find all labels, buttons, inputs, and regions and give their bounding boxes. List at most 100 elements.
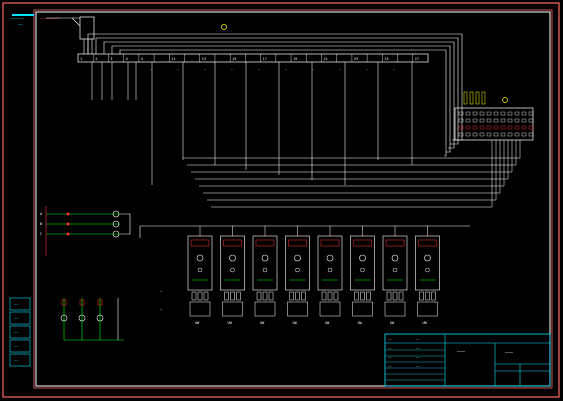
terminal-cell bbox=[465, 132, 471, 137]
terminal-cell bbox=[479, 132, 485, 137]
strip-label: 17 bbox=[263, 57, 267, 61]
unit-terminal bbox=[354, 291, 359, 301]
terminal-cell bbox=[479, 111, 485, 116]
unit-header bbox=[223, 239, 242, 247]
circle-marker-icon bbox=[221, 24, 227, 30]
unit-label: UW bbox=[358, 321, 363, 325]
terminal-cell bbox=[514, 118, 520, 123]
unit-indicator bbox=[425, 267, 430, 273]
top-left-label: —————— bbox=[10, 16, 25, 21]
stack-box bbox=[9, 339, 31, 353]
terminal-cell bbox=[472, 125, 478, 130]
unit-indicator bbox=[392, 267, 398, 273]
coil-icon bbox=[424, 254, 431, 262]
wire-bundle bbox=[46, 17, 463, 157]
terminal-cell bbox=[472, 111, 478, 116]
unit-header bbox=[288, 239, 307, 247]
top-left-sublabel: —— bbox=[18, 22, 23, 27]
unit-terminal bbox=[268, 291, 274, 301]
unit-terminal bbox=[425, 291, 430, 301]
terminal-cell bbox=[521, 118, 527, 123]
unit-header bbox=[385, 239, 405, 247]
strip-sublabel: — bbox=[231, 67, 233, 71]
unit-module: UW bbox=[415, 226, 440, 325]
title-block-title: ——— bbox=[457, 350, 465, 355]
left-phase-block: A B C bbox=[40, 206, 131, 256]
unit-terminal bbox=[203, 291, 209, 301]
stack-label: —— bbox=[14, 358, 19, 362]
terminal-cell bbox=[472, 118, 478, 123]
unit-module: UW bbox=[350, 226, 375, 325]
unit-module: UW bbox=[187, 226, 213, 325]
unit-module: UW bbox=[285, 226, 310, 325]
wire-path bbox=[119, 49, 447, 157]
unit-body bbox=[252, 235, 278, 291]
strip-label: 4 bbox=[126, 57, 128, 61]
strip-sublabel: — bbox=[393, 67, 395, 71]
unit-label: UW bbox=[228, 321, 233, 325]
unit-module: UW bbox=[382, 226, 408, 325]
terminal-cell bbox=[514, 125, 520, 130]
source-label: ———————— bbox=[40, 16, 60, 21]
terminal-cell bbox=[486, 118, 492, 123]
title-block: —— —— —— —— —— —— —— —— ——— ——— bbox=[384, 333, 551, 387]
unit-body bbox=[285, 235, 310, 291]
strip-sublabel: — bbox=[204, 67, 206, 71]
unit-terminal bbox=[366, 291, 371, 301]
strip-label: 21 bbox=[323, 57, 327, 61]
tb-label: —— bbox=[388, 346, 392, 350]
terminal-cell bbox=[465, 111, 471, 116]
strip-label: 13 bbox=[202, 57, 206, 61]
inner-frame bbox=[35, 11, 551, 387]
unit-terminal bbox=[301, 291, 306, 301]
terminal-cell bbox=[458, 132, 464, 137]
unit-terminal bbox=[262, 291, 268, 301]
phase-label: A bbox=[40, 212, 43, 216]
terminal-cell bbox=[521, 125, 527, 130]
terminal-cell bbox=[528, 125, 534, 130]
unit-terminal bbox=[398, 291, 404, 301]
stack-box bbox=[9, 325, 31, 339]
unit-header bbox=[190, 239, 210, 247]
unit-terminal bbox=[333, 291, 339, 301]
unit-output bbox=[319, 301, 341, 317]
unit-output bbox=[189, 301, 211, 317]
strip-box bbox=[77, 53, 429, 63]
terminal-cell bbox=[479, 125, 485, 130]
terminal-cell bbox=[458, 111, 464, 116]
coil-icon bbox=[196, 254, 204, 262]
left-stack: —— —— —— —— —— bbox=[9, 297, 31, 367]
unit-label: UW bbox=[325, 321, 330, 325]
strip-sublabel: — bbox=[366, 67, 368, 71]
unit-terminal bbox=[256, 291, 262, 301]
terminal-cell bbox=[521, 111, 527, 116]
phase-marker bbox=[66, 232, 70, 236]
unit-body bbox=[415, 235, 440, 291]
unit-output bbox=[384, 301, 406, 317]
terminal-cell bbox=[479, 118, 485, 123]
strip-label: 2 bbox=[95, 57, 97, 61]
unit-body bbox=[220, 235, 245, 291]
unit-terminal bbox=[236, 291, 241, 301]
unit-indicator bbox=[230, 267, 235, 273]
tb-label: —— bbox=[388, 337, 392, 341]
tb-label: —— bbox=[388, 355, 392, 359]
terminal-cell bbox=[507, 132, 513, 137]
unit-label: UW bbox=[293, 321, 298, 325]
unit-terminal bbox=[197, 291, 203, 301]
phase-label: C bbox=[40, 232, 42, 236]
terminal-cell bbox=[465, 125, 471, 130]
strip-sublabel: — bbox=[339, 67, 341, 71]
stack-box bbox=[9, 353, 31, 367]
unit-terminal bbox=[392, 291, 398, 301]
unit-terminal bbox=[419, 291, 424, 301]
unit-label: UW bbox=[423, 321, 428, 325]
tb-label: —— bbox=[416, 337, 420, 341]
right-terminal-block bbox=[454, 91, 534, 141]
unit-label: UW bbox=[195, 321, 200, 325]
strip-label: 25 bbox=[384, 57, 388, 61]
terminal-cell bbox=[493, 132, 499, 137]
stack-label: —— bbox=[14, 302, 19, 306]
unit-header bbox=[353, 239, 372, 247]
terminal-cell bbox=[500, 125, 506, 130]
